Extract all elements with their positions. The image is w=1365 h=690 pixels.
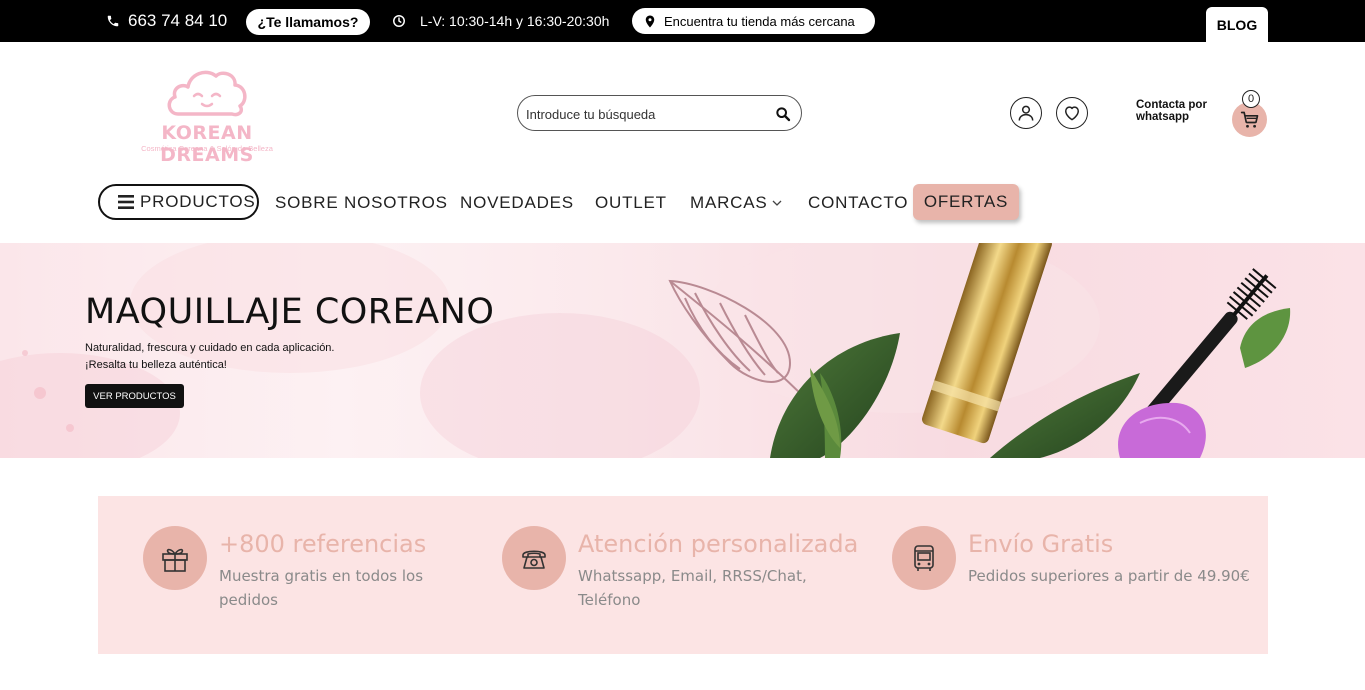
phone-link[interactable]: 663 74 84 10 — [106, 11, 227, 31]
heart-icon — [1065, 106, 1079, 121]
makeup-products-illustration — [668, 243, 1291, 458]
feature-icon-wrapper — [143, 526, 207, 590]
cart-icon — [1240, 111, 1258, 128]
products-menu-label: PRODUCTOS — [140, 192, 256, 211]
store-locator-label: Encuentra tu tienda más cercana — [664, 13, 855, 29]
search-box — [517, 95, 802, 131]
map-pin-icon — [645, 15, 655, 27]
banner-tagline-2: ¡Resalta tu belleza auténtica! — [85, 359, 227, 371]
feature-description: Muestra gratis en todos los pedidos — [219, 567, 424, 609]
nav-item-brands-label: MARCAS — [690, 193, 768, 212]
phone-number: 663 74 84 10 — [128, 11, 228, 30]
nav-item-about[interactable]: SOBRE NOSOTROS — [275, 192, 448, 214]
nav-item-contact[interactable]: CONTACTO — [808, 192, 908, 214]
nav-item-news[interactable]: NOVEDADES — [460, 192, 574, 214]
feature-title: +800 referencias — [219, 530, 427, 558]
whatsapp-contact-link[interactable]: Contacta por whatsapp — [1136, 99, 1226, 123]
cloud-logo-icon — [167, 70, 247, 117]
nav-item-outlet[interactable]: OUTLET — [595, 192, 667, 214]
search-input[interactable] — [526, 105, 766, 123]
call-me-button[interactable]: ¿Te llamamos? — [246, 9, 370, 35]
feature-title: Envío Gratis — [968, 530, 1114, 558]
feature-description: Whatssapp, Email, RRSS/Chat, Teléfono — [578, 567, 807, 609]
nav-item-offers[interactable]: OFERTAS — [913, 184, 1019, 220]
cart-count-badge: 0 — [1242, 90, 1260, 108]
clock-icon — [393, 15, 405, 27]
blog-tab[interactable]: BLOG — [1206, 7, 1268, 42]
phone-icon — [107, 15, 119, 27]
logo-subtitle: Cosmética Coreana & Salón de Belleza — [141, 144, 273, 153]
opening-hours: L-V: 10:30-14h y 16:30-20:30h — [392, 11, 609, 31]
feature-description: Pedidos superiores a partir de 49.90€ — [968, 567, 1250, 585]
feature-icon-wrapper — [892, 526, 956, 590]
view-products-button[interactable]: VER PRODUCTOS — [85, 384, 184, 408]
feature-title: Atención personalizada — [578, 530, 859, 558]
top-bar: 663 74 84 10 ¿Te llamamos? L-V: 10:30-14… — [0, 0, 1365, 42]
store-locator-button[interactable]: Encuentra tu tienda más cercana — [632, 8, 875, 34]
features-strip: +800 referencias Muestra gratis en todos… — [98, 496, 1268, 654]
site-logo[interactable]: KOREAN DREAMS Cosmética Coreana & Salón … — [112, 66, 302, 166]
wishlist-button[interactable] — [1056, 97, 1088, 129]
banner-title: MAQUILLAJE COREANO — [85, 292, 495, 332]
account-button[interactable] — [1010, 97, 1042, 129]
hero-banner: MAQUILLAJE COREANO Naturalidad, frescura… — [0, 243, 1365, 458]
bus-icon — [914, 545, 934, 571]
search-icon[interactable] — [775, 106, 791, 122]
banner-tagline-1: Naturalidad, frescura y cuidado en cada … — [85, 342, 335, 354]
hours-text: L-V: 10:30-14h y 16:30-20:30h — [420, 13, 610, 29]
feature-icon-wrapper — [502, 526, 566, 590]
nav-item-brands[interactable]: MARCAS — [690, 192, 782, 214]
telephone-icon — [522, 550, 546, 569]
hamburger-icon — [118, 195, 134, 209]
user-icon — [1018, 105, 1034, 121]
gift-icon — [162, 548, 188, 572]
products-menu-button[interactable]: PRODUCTOS — [98, 184, 259, 220]
chevron-down-icon — [772, 200, 782, 206]
